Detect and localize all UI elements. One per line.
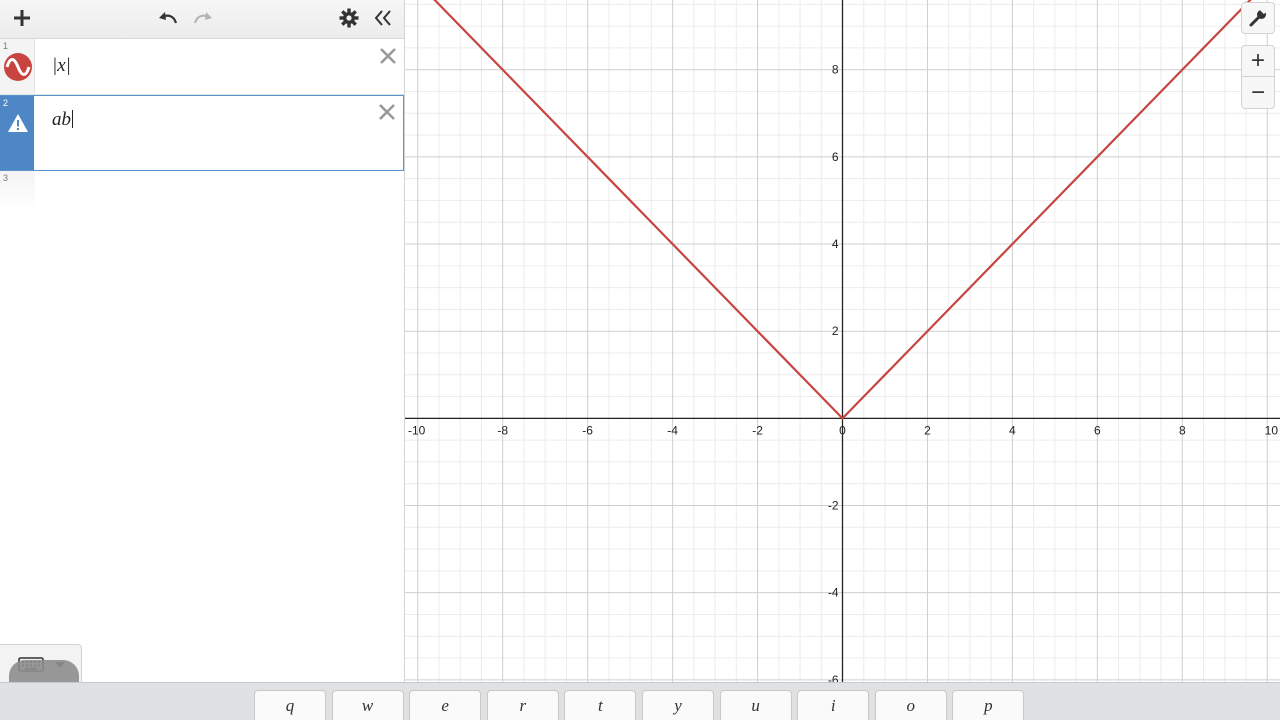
expression-latex: |x| (52, 55, 71, 76)
expression-number: 3 (3, 173, 9, 183)
settings-button[interactable] (335, 4, 363, 32)
double-chevron-left-icon (374, 10, 391, 26)
x-tick-label: -8 (497, 423, 508, 437)
gear-icon (339, 8, 359, 28)
function-wave-icon[interactable] (3, 52, 33, 82)
zoom-in-button[interactable]: + (1241, 45, 1275, 77)
tick-labels: -10 -8 -6 -4 -2 0 2 4 6 8 10 -6 -4 -2 2 4 6 8 (408, 63, 1278, 682)
y-tick-label: 6 (832, 150, 839, 164)
undo-button[interactable] (154, 4, 182, 32)
expression-input[interactable]: |x| (52, 55, 71, 77)
expression-tab[interactable]: 2 (0, 96, 34, 170)
key-i[interactable]: i (797, 690, 870, 720)
x-tick-label: 6 (1094, 423, 1101, 437)
add-expression-button[interactable] (8, 4, 36, 32)
graph-settings-button[interactable] (1241, 2, 1275, 34)
x-tick-label: -6 (582, 423, 593, 437)
y-tick-label: 4 (832, 237, 839, 251)
x-tick-label: -10 (408, 423, 426, 437)
collapse-panel-button[interactable] (369, 4, 397, 32)
expression-row-active[interactable]: 2 ab (0, 95, 404, 171)
expression-text: ab (52, 109, 71, 130)
key-u[interactable]: u (719, 690, 792, 720)
x-tick-label: 8 (1179, 423, 1186, 437)
key-t[interactable]: t (564, 690, 637, 720)
expression-number: 1 (3, 41, 9, 51)
close-icon (380, 48, 396, 64)
undo-icon (159, 12, 178, 24)
key-o[interactable]: o (874, 690, 947, 720)
y-tick-label: -4 (828, 586, 839, 600)
wrench-icon (1249, 8, 1267, 27)
key-r[interactable]: r (486, 690, 559, 720)
x-tick-label: 4 (1009, 423, 1016, 437)
warning-icon[interactable] (7, 113, 29, 133)
x-tick-label: -2 (752, 423, 763, 437)
x-tick-label: -4 (667, 423, 678, 437)
y-tick-label: -6 (828, 673, 839, 682)
key-y[interactable]: y (642, 690, 714, 720)
expression-toolbar (0, 0, 404, 39)
x-tick-label: 0 (839, 423, 846, 437)
key-e[interactable]: e (409, 690, 482, 720)
expression-input[interactable]: ab (52, 109, 73, 131)
redo-icon (193, 12, 212, 24)
expression-row[interactable]: 1 |x| (0, 39, 404, 95)
expression-number: 2 (3, 98, 9, 108)
y-tick-label: -2 (828, 499, 839, 513)
delete-expression-button[interactable] (377, 45, 399, 67)
close-icon (379, 104, 395, 120)
delete-expression-button[interactable] (376, 101, 398, 123)
graph-canvas[interactable]: -10 -8 -6 -4 -2 0 2 4 6 8 10 -6 -4 -2 2 4 6 8 (405, 0, 1280, 682)
y-tick-label: 2 (832, 324, 839, 338)
graphing-calculator-app: 1 |x| 2 ab 3 -10 -8 -6 -4 -2 0 2 4 6 8 1… (0, 0, 1280, 720)
x-tick-label: 10 (1265, 423, 1279, 437)
axes (405, 0, 1280, 682)
y-tick-label: 8 (832, 63, 839, 77)
key-w[interactable]: w (331, 690, 404, 720)
redo-button[interactable] (189, 4, 217, 32)
x-tick-label: 2 (924, 423, 931, 437)
zoom-out-button[interactable]: − (1241, 77, 1275, 109)
expression-tab[interactable]: 1 (0, 39, 35, 94)
onscreen-keyboard: qwertyuiop (0, 682, 1280, 720)
text-cursor (72, 110, 73, 128)
expression-tab[interactable]: 3 (0, 171, 35, 211)
plus-icon (14, 10, 30, 26)
key-q[interactable]: q (254, 690, 326, 720)
expression-row-empty[interactable]: 3 (0, 171, 404, 211)
expression-list-panel: 1 |x| 2 ab 3 (0, 0, 405, 720)
key-p[interactable]: p (952, 690, 1025, 720)
